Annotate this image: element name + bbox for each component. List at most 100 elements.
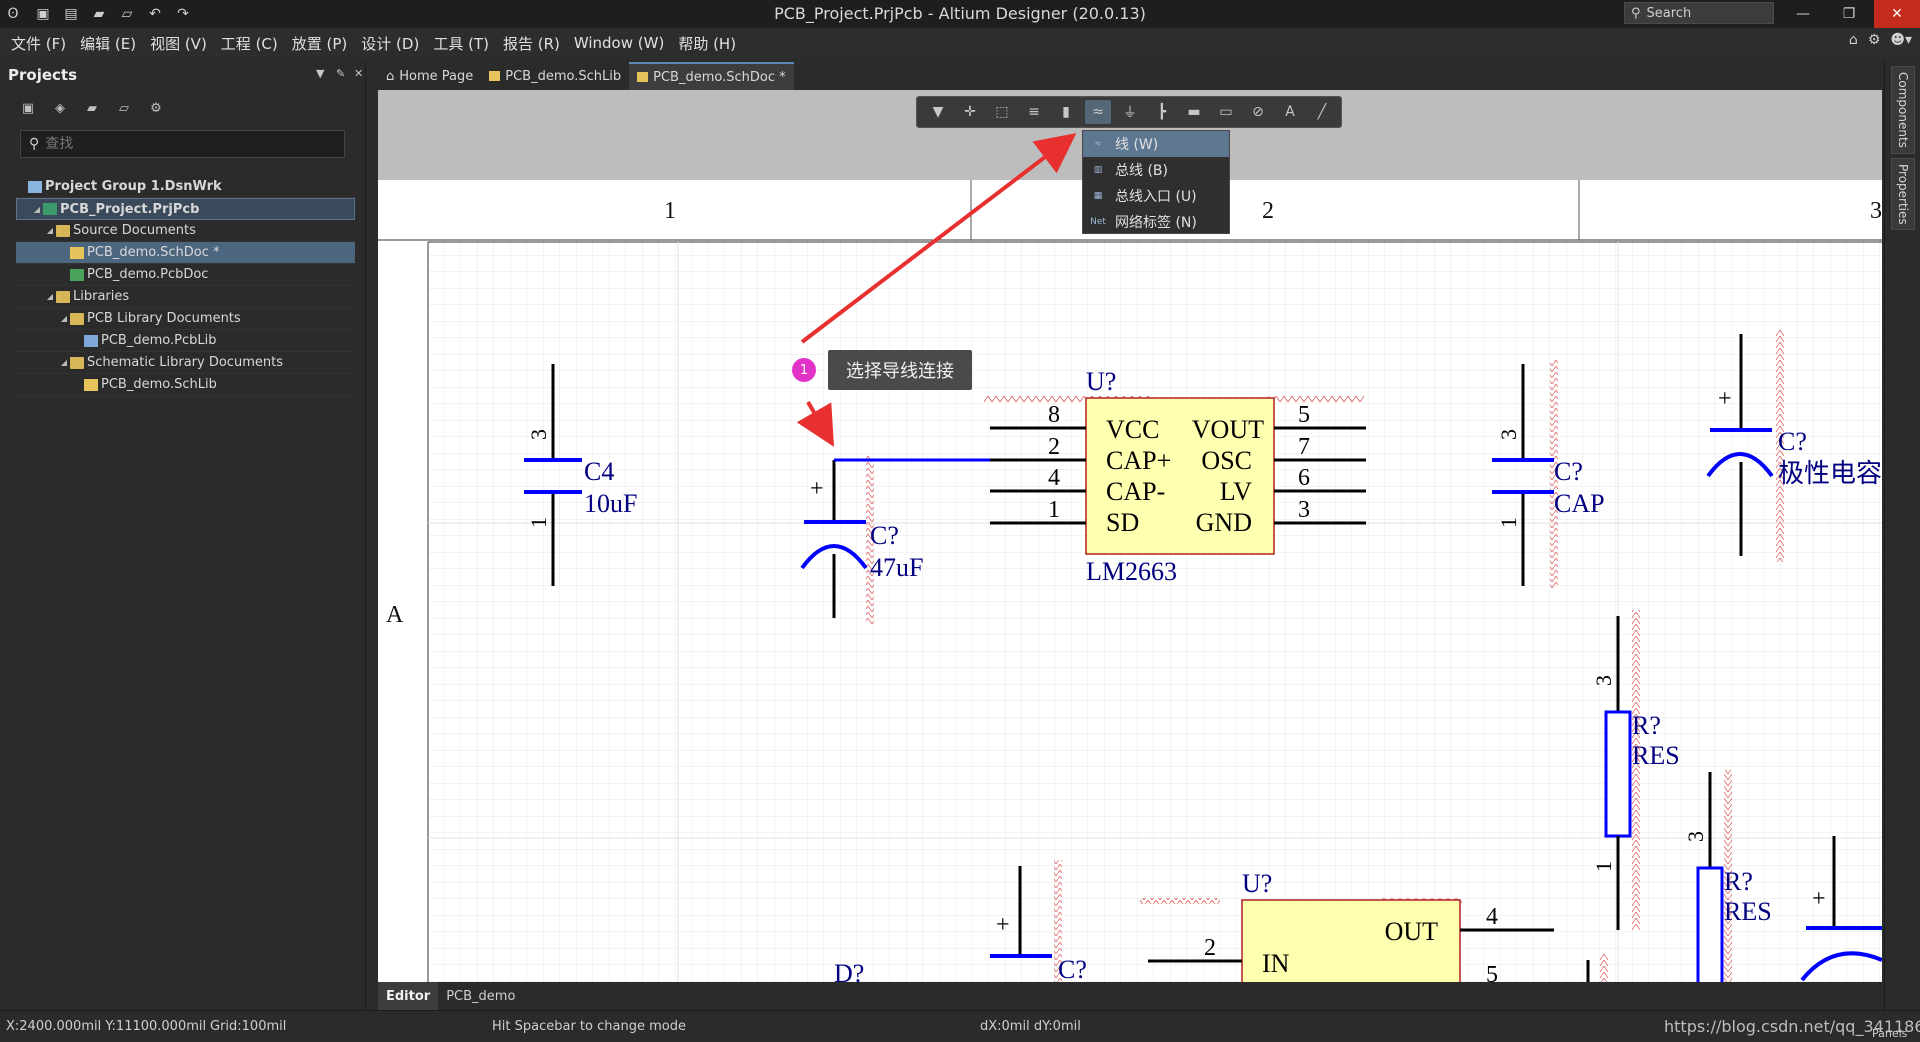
tree-toggle-icon[interactable]: ◢ — [58, 358, 70, 367]
tab-pcb-demo[interactable]: PCB_demo — [438, 982, 523, 1010]
projects-title: Projects — [8, 66, 78, 84]
zone-col-3: 3 — [1870, 198, 1882, 224]
ccap-value: CAP — [1554, 489, 1605, 518]
schlib-icon — [489, 71, 501, 81]
net-label-icon: Net — [1090, 217, 1106, 227]
menu-item-label: 网络标签 (N) — [1115, 215, 1197, 231]
move-icon[interactable]: ✛ — [957, 100, 983, 124]
harness-icon[interactable]: ┣ — [1149, 100, 1175, 124]
tree-item-label: PCB Library Documents — [87, 311, 241, 326]
tab-label: Home Page — [399, 68, 474, 84]
redo-icon[interactable]: ↷ — [172, 4, 194, 24]
align-icon[interactable]: ≡ — [1021, 100, 1047, 124]
tree-item[interactable]: ◢ Libraries — [16, 286, 355, 308]
close-button[interactable]: ✕ — [1874, 0, 1920, 28]
u1-name-capp: CAP+ — [1106, 446, 1171, 475]
editor-tabs: Editor PCB_demo — [378, 982, 1882, 1010]
open-icon[interactable]: ▰ — [88, 4, 110, 24]
panels-button[interactable]: Panels — [1872, 1027, 1907, 1040]
menu-tools[interactable]: 工具 (T) — [426, 33, 496, 54]
compile-icon[interactable]: ◈ — [50, 98, 70, 118]
menu-window[interactable]: Window (W) — [567, 34, 671, 52]
properties-panel-tab[interactable]: Properties — [1891, 158, 1915, 230]
global-search[interactable]: ⚲ Search — [1624, 2, 1774, 24]
zone-row-a: A — [386, 602, 404, 628]
tree-toggle-icon[interactable]: ◢ — [44, 226, 56, 235]
status-delta: dX:0mil dY:0mil — [980, 1019, 1081, 1034]
line-icon[interactable]: ╱ — [1309, 100, 1335, 124]
menu-item-wire[interactable]: ≈ 线 (W) — [1083, 131, 1229, 157]
tree-item[interactable]: PCB_demo.SchDoc * — [16, 242, 355, 264]
tab-home-page[interactable]: ⌂ Home Page — [378, 62, 482, 90]
home-icon[interactable]: ⌂ — [1849, 32, 1858, 48]
r2-pin-top: 3 — [1683, 831, 1708, 842]
menu-help[interactable]: 帮助 (H) — [671, 33, 743, 54]
tree-item-label: Project Group 1.DsnWrk — [45, 179, 222, 194]
open-folder-icon[interactable]: ▰ — [82, 98, 102, 118]
tree-item[interactable]: PCB_demo.SchLib — [16, 374, 355, 396]
document-icon — [84, 334, 98, 347]
projects-search[interactable]: ⚲ — [20, 130, 345, 158]
text-icon[interactable]: A — [1277, 100, 1303, 124]
tree-item[interactable]: ◢ PCB Library Documents — [16, 308, 355, 330]
sheet-symbol-icon[interactable]: ▬ — [1181, 100, 1207, 124]
tree-item[interactable]: ◢ Schematic Library Documents — [16, 352, 355, 374]
menu-item-bus-entry[interactable]: ▦ 总线入口 (U) — [1083, 183, 1229, 209]
menu-item-net-label[interactable]: Net 网络标签 (N) — [1083, 209, 1229, 235]
tree-item[interactable]: Project Group 1.DsnWrk — [16, 176, 355, 198]
port-icon[interactable]: ▭ — [1213, 100, 1239, 124]
tab-schdoc[interactable]: PCB_demo.SchDoc * — [629, 62, 794, 90]
folder-icon — [56, 290, 70, 303]
maximize-button[interactable]: ❐ — [1826, 0, 1872, 28]
save-project-icon[interactable]: ▣ — [18, 98, 38, 118]
tree-toggle-icon[interactable]: ◢ — [58, 314, 70, 323]
menu-reports[interactable]: 报告 (R) — [496, 33, 567, 54]
save-all-icon[interactable]: ▤ — [60, 4, 82, 24]
filter-icon[interactable]: ▼ — [925, 100, 951, 124]
open-project-icon[interactable]: ▱ — [116, 4, 138, 24]
folder-icon[interactable]: ▱ — [114, 98, 134, 118]
tree-item[interactable]: PCB_demo.PcbDoc — [16, 264, 355, 286]
zone-col-2: 2 — [1262, 198, 1274, 224]
user-icon[interactable]: ☻▾ — [1890, 32, 1912, 48]
callout-badge: 1 — [792, 358, 816, 382]
tab-schlib[interactable]: PCB_demo.SchLib — [481, 62, 630, 90]
document-icon — [43, 203, 57, 215]
menu-file[interactable]: 文件 (F) — [4, 33, 73, 54]
status-grid: Grid:100mil — [210, 1019, 287, 1034]
undo-icon[interactable]: ↶ — [144, 4, 166, 24]
cbottom-plus: + — [996, 912, 1010, 938]
save-icon[interactable]: ▣ — [32, 4, 54, 24]
menu-place[interactable]: 放置 (P) — [285, 33, 355, 54]
u2-pin-5: 5 — [1486, 962, 1498, 982]
projects-search-input[interactable] — [45, 136, 326, 152]
tree-toggle-icon[interactable]: ◢ — [44, 292, 56, 301]
menu-project[interactable]: 工程 (C) — [214, 33, 285, 54]
tab-editor[interactable]: Editor — [378, 982, 439, 1010]
u1-pin-4: 4 — [1048, 465, 1060, 491]
menu-item-bus[interactable]: ▥ 总线 (B) — [1083, 157, 1229, 183]
tree-item[interactable]: ◢ PCB_Project.PrjPcb — [16, 198, 355, 220]
c47-plus: + — [810, 476, 824, 502]
tree-item[interactable]: ◢ Source Documents — [16, 220, 355, 242]
menu-edit[interactable]: 编辑 (E) — [73, 33, 143, 54]
gear-icon[interactable]: ⚙ — [1868, 32, 1881, 48]
pin-icon[interactable]: ✎ — [336, 67, 345, 80]
part-icon[interactable]: ▮ — [1053, 100, 1079, 124]
menu-view[interactable]: 视图 (V) — [143, 33, 214, 54]
power-port-icon[interactable]: ⏚ — [1117, 100, 1143, 124]
panel-menu-icon[interactable]: ▼ — [316, 67, 324, 80]
settings-icon[interactable]: ⚙ — [146, 98, 166, 118]
menu-design[interactable]: 设计 (D) — [354, 33, 426, 54]
tree-toggle-icon[interactable]: ◢ — [31, 205, 43, 214]
minimize-button[interactable]: — — [1780, 0, 1826, 28]
tree-item[interactable]: PCB_demo.PcbLib — [16, 330, 355, 352]
u1-designator: U? — [1086, 367, 1116, 396]
select-icon[interactable]: ⬚ — [989, 100, 1015, 124]
directive-icon[interactable]: ⊘ — [1245, 100, 1271, 124]
panel-close-icon[interactable]: ✕ — [354, 67, 363, 80]
components-panel-tab[interactable]: Components — [1891, 66, 1915, 154]
document-icon — [84, 378, 98, 391]
wire-tool-icon[interactable]: ≈ — [1085, 100, 1111, 124]
u1-pin-6: 6 — [1298, 465, 1310, 491]
